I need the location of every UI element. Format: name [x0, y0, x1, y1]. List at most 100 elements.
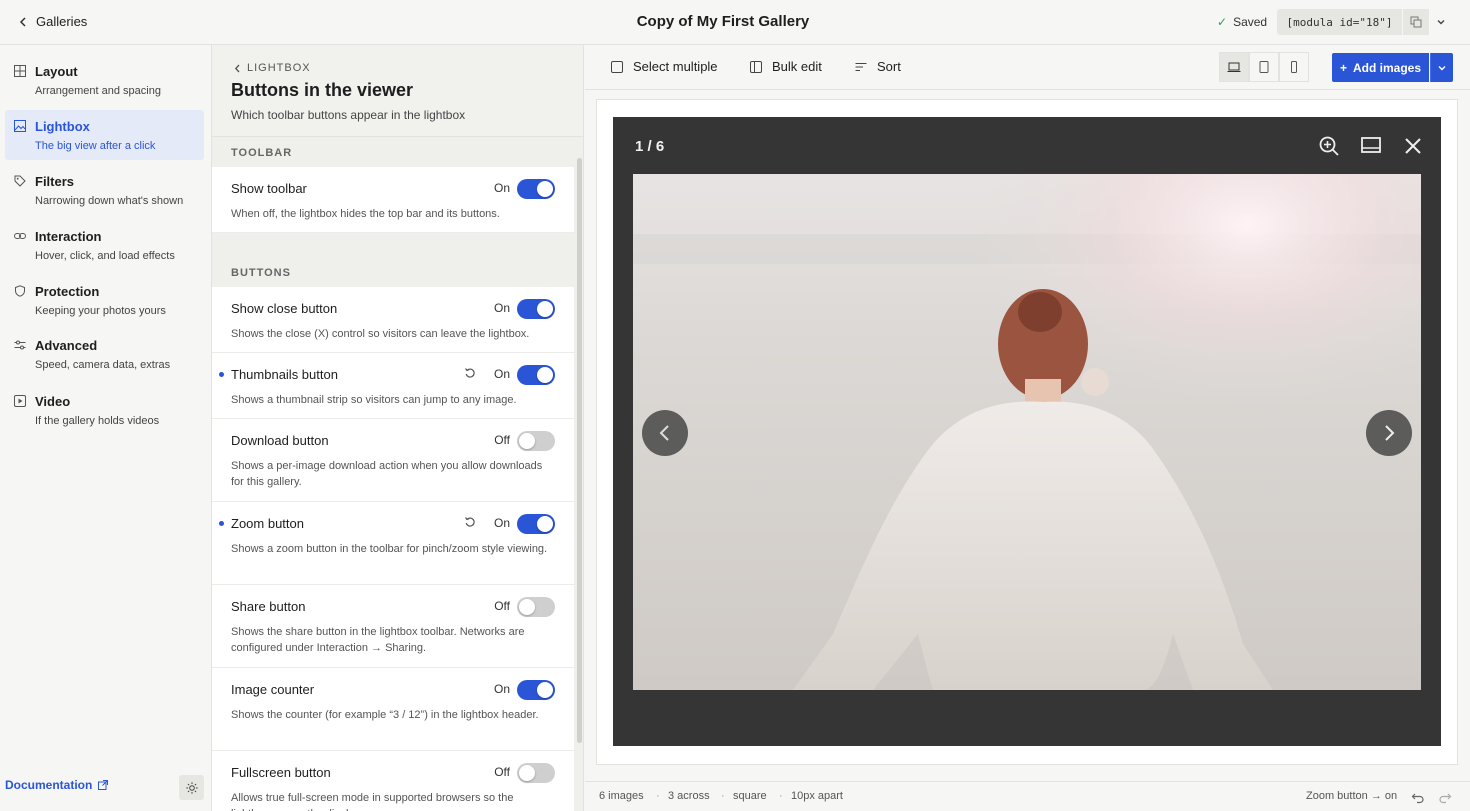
sidebar-item-subtitle: Speed, camera data, extras [35, 359, 171, 371]
sidebar-item-title: Advanced [35, 338, 98, 353]
setting-state: Off [494, 765, 510, 779]
bulk-edit-label: Bulk edit [772, 59, 822, 74]
chevron-left-icon [19, 16, 26, 27]
device-preview-switcher [1219, 52, 1309, 82]
select-multiple-button[interactable]: Select multiple [611, 59, 718, 74]
sidebar-item-title: Lightbox [35, 119, 90, 134]
laptop-icon [1227, 62, 1241, 72]
link-icon [14, 233, 26, 239]
shortcode-field[interactable]: [modula id="18"] [1277, 9, 1402, 35]
setting-description: Shows a zoom button in the toolbar for p… [231, 543, 548, 555]
checkbox-icon [611, 60, 623, 73]
lightbox-photo-graphic [633, 174, 1421, 690]
setting-state: On [493, 301, 510, 315]
show-close-button-toggle[interactable] [517, 299, 555, 319]
sidebar-item-advanced[interactable]: Advanced Speed, camera data, extras [5, 329, 204, 379]
more-options-button[interactable] [1430, 9, 1452, 35]
sidebar-item-interaction[interactable]: Interaction Hover, click, and load effec… [5, 220, 204, 270]
image-counter-toggle[interactable] [517, 680, 555, 700]
setting-title: Image counter [231, 682, 315, 697]
chevron-down-icon [1438, 65, 1446, 70]
setting-share-button: Share button Off Shows the share button … [212, 585, 574, 668]
documentation-link[interactable]: Documentation [5, 778, 109, 792]
separator-dot: · [721, 790, 725, 802]
saved-status: ✓ Saved [1217, 15, 1267, 29]
show-toolbar-toggle[interactable] [517, 179, 555, 199]
setting-title: Thumbnails button [231, 367, 338, 382]
setting-show-toolbar: Show toolbar On When off, the lightbox h… [212, 167, 574, 233]
setting-zoom-button: Zoom button On Shows a zoom button in th… [212, 502, 574, 585]
setting-fullscreen-button: Fullscreen button Off Allows true full-s… [212, 751, 574, 811]
panel-scrollbar[interactable] [577, 158, 582, 743]
sidebar-item-subtitle: Narrowing down what's shown [35, 195, 184, 207]
thumbnails-button-toggle[interactable] [517, 365, 555, 385]
setting-title: Show close button [231, 301, 338, 316]
lightbox-image [633, 174, 1421, 690]
sort-button[interactable]: Sort [855, 59, 901, 74]
tablet-view-button[interactable] [1249, 52, 1279, 82]
add-images-menu-button[interactable] [1430, 53, 1453, 82]
add-images-button[interactable]: + Add images [1332, 53, 1429, 82]
panel-title: Buttons in the viewer [231, 80, 414, 100]
sidebar-item-filters[interactable]: Filters Narrowing down what's shown [5, 165, 204, 215]
sort-label: Sort [877, 59, 901, 74]
reset-icon[interactable] [464, 516, 476, 528]
check-icon: ✓ [1217, 15, 1228, 29]
reset-icon[interactable] [464, 367, 476, 379]
sun-icon [185, 781, 198, 794]
zoom-button-toggle[interactable] [517, 514, 555, 534]
external-link-icon [98, 780, 109, 790]
panel-header: LIGHTBOX Buttons in the viewer Which too… [212, 45, 583, 137]
sidebar-item-subtitle: Arrangement and spacing [35, 85, 161, 97]
back-to-galleries-link[interactable]: Galleries [18, 14, 87, 29]
saved-label: Saved [1233, 15, 1268, 29]
sidebar-item-protection[interactable]: Protection Keeping your photos yours [5, 275, 204, 325]
thumbnails-icon[interactable] [1360, 135, 1382, 157]
breadcrumb[interactable]: LIGHTBOX [234, 62, 311, 74]
redo-icon[interactable] [1438, 790, 1452, 804]
sidebar-item-lightbox[interactable]: Lightbox The big view after a click [5, 110, 204, 160]
setting-description: Shows the share button in the lightbox t… [231, 626, 525, 654]
setting-description: When off, the lightbox hides the top bar… [231, 208, 500, 220]
sidebar-item-video[interactable]: Video If the gallery holds videos [5, 385, 204, 435]
zoom-in-icon[interactable] [1318, 135, 1340, 157]
grid-icon [14, 65, 26, 77]
sidebar-item-title: Interaction [35, 229, 102, 244]
chevron-left-icon [234, 64, 240, 72]
download-button-toggle[interactable] [517, 431, 555, 451]
add-images-label: Add images [1353, 60, 1422, 75]
setting-show-close-button: Show close button On Shows the close (X)… [212, 287, 574, 353]
sidebar-item-subtitle: Keeping your photos yours [35, 305, 166, 317]
undo-icon[interactable] [1411, 790, 1425, 804]
columns-count: 3 across [668, 790, 710, 802]
sort-icon [855, 62, 867, 71]
mobile-view-button[interactable] [1279, 52, 1309, 82]
share-button-toggle[interactable] [517, 597, 555, 617]
separator-dot: · [779, 790, 783, 802]
copy-shortcode-button[interactable] [1403, 9, 1429, 35]
modified-indicator [219, 521, 224, 526]
documentation-label: Documentation [5, 778, 93, 792]
next-image-button[interactable] [1366, 410, 1412, 456]
setting-description: Shows a per-image download action when y… [231, 460, 543, 488]
thumbnail-shape: square [733, 790, 767, 802]
setting-state: On [493, 181, 510, 195]
lightbox-settings-panel: LIGHTBOX Buttons in the viewer Which too… [212, 45, 584, 811]
panel-icon [750, 60, 762, 73]
bulk-edit-button[interactable]: Bulk edit [750, 59, 822, 74]
desktop-view-button[interactable] [1219, 52, 1249, 82]
previous-image-button[interactable] [642, 410, 688, 456]
lightbox-preview: 1 / 6 [613, 117, 1441, 746]
back-label: Galleries [36, 14, 88, 29]
modified-indicator [219, 372, 224, 377]
close-icon[interactable] [1402, 135, 1424, 157]
top-bar: Galleries Copy of My First Gallery ✓ Sav… [0, 0, 1470, 45]
plus-icon: + [1339, 60, 1347, 75]
setting-state: Off [494, 433, 510, 447]
setting-state: Off [494, 599, 510, 613]
sidebar-item-layout[interactable]: Layout Arrangement and spacing [5, 55, 204, 105]
settings-sidebar: Layout Arrangement and spacing Lightbox … [0, 45, 212, 811]
fullscreen-button-toggle[interactable] [517, 763, 555, 783]
theme-toggle-button[interactable] [179, 775, 204, 800]
sidebar-item-title: Video [35, 394, 71, 409]
